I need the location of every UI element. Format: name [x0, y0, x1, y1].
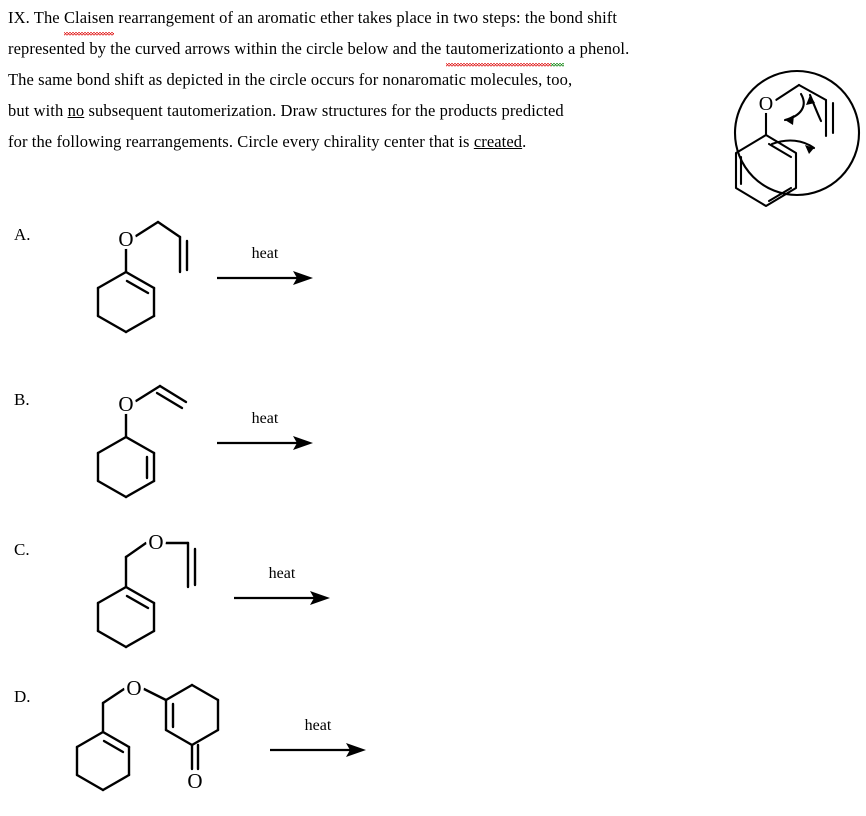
problem-statement-text: The same bond shift as depicted in the c…	[8, 70, 573, 89]
claisen-mechanism-diagram: O	[728, 58, 866, 213]
problem-label-b: B.	[14, 390, 30, 409]
problem-label-d: D.	[14, 687, 31, 706]
ch2-o-bond-c	[124, 541, 148, 559]
reaction-arrow-b: heat	[215, 411, 315, 451]
o-ch2-bond-a	[134, 220, 160, 238]
problem-statement-text: for the following rearrangements. Circle…	[8, 132, 474, 151]
o-ch2-bond	[774, 83, 801, 102]
problem-statement-line-5: for the following rearrangements. Circle…	[8, 126, 748, 157]
misspelled-word-claisen: Claisen	[63, 2, 115, 36]
ch2-o-bond-d	[101, 687, 126, 705]
curved-arrow-1	[783, 92, 805, 122]
problem-statement-text: but with	[8, 101, 68, 120]
arrow-c-svg	[234, 591, 330, 605]
problem-statement-line-1: IX. The Claisen rearrangement of an arom…	[8, 2, 748, 36]
problem-statement-text: rearrangement of an aromatic ether takes…	[114, 8, 618, 27]
structure-c: O	[78, 525, 223, 655]
problem-statement: IX. The Claisen rearrangement of an arom…	[8, 2, 748, 157]
problem-number: IX. The	[8, 8, 64, 27]
problem-statement-text: .	[522, 132, 527, 151]
oxygen-label-a: O	[118, 227, 133, 251]
mechanism-svg: O	[733, 69, 861, 208]
vinyl-double-bond-b2	[155, 391, 184, 410]
cyclohexene-ring-c	[96, 585, 156, 649]
ch2-ch-bond-a	[156, 220, 182, 239]
problem-statement-line-3: The same bond shift as depicted in the c…	[8, 64, 748, 95]
cyclohexenone-ring-d	[164, 683, 220, 747]
oxygen-label: O	[759, 93, 773, 115]
arrow-b-svg	[217, 436, 313, 450]
cyclohexene-ring-d	[75, 730, 131, 792]
emphasis-word-created: created	[473, 132, 523, 151]
problem-label-c: C.	[14, 540, 30, 559]
reagent-label-a: heat	[251, 245, 279, 262]
arrow-a-svg	[217, 271, 313, 285]
misspelled-word-tautomerization: tautomerization	[445, 33, 551, 67]
problem-statement-line-2: represented by the curved arrows within …	[8, 33, 748, 67]
structure-b-svg: O	[96, 384, 188, 499]
curved-arrow-1-head	[785, 115, 794, 125]
ether-oxygen-label-d: O	[126, 676, 141, 700]
structure-a: O	[78, 210, 208, 340]
problem-statement-line-4: but with no subsequent tautomerization. …	[8, 95, 748, 126]
oxygen-label-c: O	[148, 530, 163, 554]
grammar-flagged-word-to: to	[550, 33, 564, 67]
reaction-arrow-a: heat	[215, 246, 315, 286]
problem-statement-text: subsequent tautomerization. Draw structu…	[84, 101, 564, 120]
reagent-label-b: heat	[251, 410, 279, 427]
reaction-arrow-d: heat	[268, 718, 368, 758]
structure-b: O	[78, 375, 208, 505]
cyclohexene-ring-a	[96, 270, 156, 334]
structure-a-svg: O	[96, 220, 189, 334]
vinyl-double-bond-b1	[158, 384, 188, 404]
o-c3-bond-d	[142, 687, 168, 702]
structure-c-svg: O	[96, 530, 197, 649]
emphasis-word-no: no	[67, 101, 85, 120]
structure-d-svg: O O	[75, 676, 220, 793]
problem-label-a: A.	[14, 225, 31, 244]
cyclohexene-ring-b	[96, 435, 156, 499]
problem-statement-text: a phenol.	[563, 39, 630, 58]
structure-d: O O	[60, 672, 260, 812]
reagent-label-d: heat	[304, 717, 332, 734]
arrow-d-svg	[270, 743, 366, 757]
reaction-arrow-c: heat	[232, 566, 332, 606]
problem-statement-text: represented by the curved arrows within …	[8, 39, 446, 58]
reagent-label-c: heat	[268, 565, 296, 582]
ketone-oxygen-label-d: O	[187, 769, 202, 793]
benzene-ring	[734, 133, 798, 208]
oxygen-label-b: O	[118, 392, 133, 416]
